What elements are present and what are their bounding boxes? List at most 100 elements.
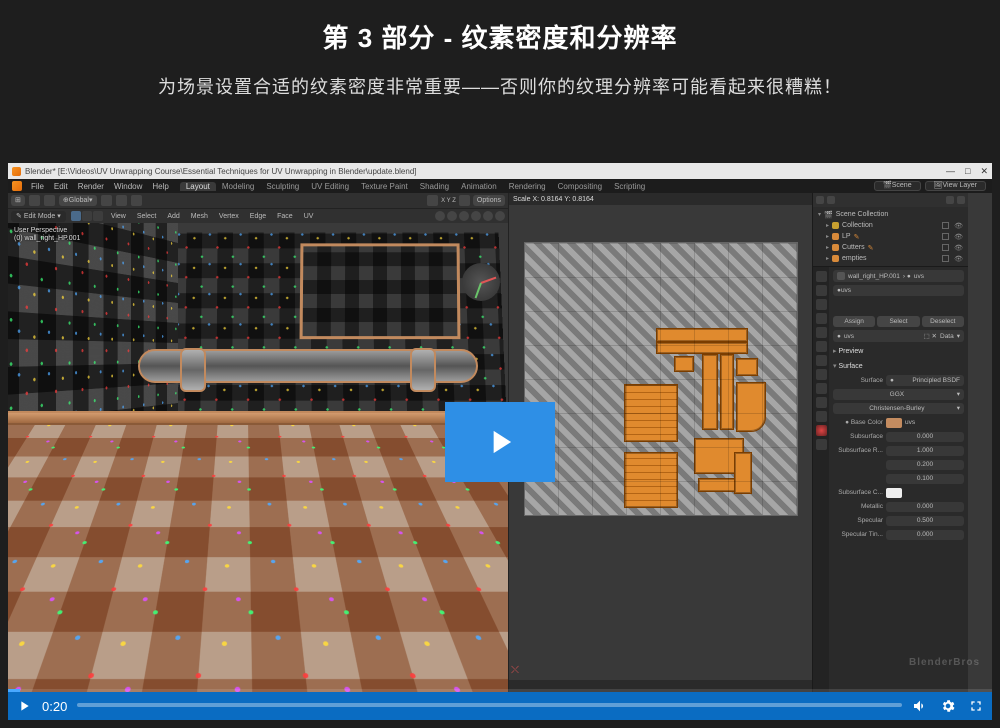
uv-island[interactable] bbox=[737, 383, 765, 431]
mode-dropdown[interactable]: ✎ Edit Mode ▾ bbox=[11, 211, 66, 222]
editor-type-icon[interactable] bbox=[816, 196, 824, 204]
options-dropdown[interactable]: Options bbox=[473, 195, 505, 206]
deselect-button[interactable]: Deselect bbox=[922, 316, 964, 327]
close-icon[interactable]: ✕ bbox=[980, 166, 988, 177]
uv-island[interactable] bbox=[625, 453, 677, 507]
base-color-swatch[interactable] bbox=[886, 418, 902, 428]
seek-track[interactable] bbox=[77, 703, 902, 707]
uv-island[interactable] bbox=[737, 359, 757, 375]
uv-island[interactable] bbox=[699, 479, 739, 491]
mesh-tab-icon[interactable] bbox=[816, 411, 827, 422]
tab-uv-editing[interactable]: UV Editing bbox=[305, 182, 355, 191]
toolbar-icon[interactable] bbox=[29, 195, 40, 206]
gizmo-icon[interactable] bbox=[459, 195, 470, 206]
volume-icon[interactable] bbox=[912, 698, 928, 714]
menu-add[interactable]: Add bbox=[164, 213, 182, 220]
material-slot[interactable]: ● uvs bbox=[833, 285, 964, 296]
shading-modes[interactable] bbox=[435, 211, 505, 221]
3d-viewport[interactable]: ⊞ ⊕ Global ▾ X Y Z Options ✎ Edit M bbox=[8, 193, 508, 692]
tab-animation[interactable]: Animation bbox=[455, 182, 503, 191]
outliner[interactable]: ▾🎬Scene Collection ▸Collection👁 ▸LP✎👁 ▸C… bbox=[813, 207, 968, 266]
sss-method-dropdown[interactable]: Christensen-Burley▾ bbox=[833, 403, 964, 414]
outliner-row[interactable]: ▸LP✎👁 bbox=[816, 231, 965, 242]
tab-modeling[interactable]: Modeling bbox=[216, 182, 260, 191]
sss-color-swatch[interactable] bbox=[886, 488, 902, 498]
minimize-icon[interactable]: — bbox=[946, 166, 955, 177]
outliner-row[interactable]: ▾🎬Scene Collection bbox=[816, 209, 965, 220]
tab-scripting[interactable]: Scripting bbox=[608, 182, 651, 191]
tab-shading[interactable]: Shading bbox=[414, 182, 455, 191]
menu-view[interactable]: View bbox=[108, 213, 129, 220]
preview-panel[interactable]: Preview bbox=[833, 345, 964, 357]
menu-uv[interactable]: UV bbox=[301, 213, 317, 220]
metallic-value[interactable]: 0.000 bbox=[886, 502, 964, 512]
constraint-tab-icon[interactable] bbox=[816, 397, 827, 408]
modifier-tab-icon[interactable] bbox=[816, 355, 827, 366]
uv-island[interactable] bbox=[675, 357, 693, 371]
datablock-breadcrumb[interactable]: wall_right_HP.001 › ● uvs bbox=[833, 270, 964, 282]
physics-tab-icon[interactable] bbox=[816, 383, 827, 394]
menu-vertex[interactable]: Vertex bbox=[216, 213, 242, 220]
snap-icon[interactable] bbox=[101, 195, 112, 206]
orientation-dropdown[interactable]: ⊕ Global ▾ bbox=[59, 195, 97, 206]
material-datablock[interactable]: ● uvs ⬚ ✕ Data ▾ bbox=[833, 330, 964, 342]
outliner-row[interactable]: ▸empties👁 bbox=[816, 253, 965, 264]
uv-island[interactable] bbox=[657, 343, 747, 353]
uv-island[interactable] bbox=[657, 329, 747, 341]
scene-field[interactable]: 🎬 Scene bbox=[874, 181, 921, 191]
uv-island[interactable] bbox=[625, 385, 677, 441]
filter-icon[interactable] bbox=[827, 196, 835, 204]
menu-render[interactable]: Render bbox=[73, 182, 109, 191]
properties-tabs[interactable] bbox=[813, 267, 829, 692]
menu-select[interactable]: Select bbox=[134, 213, 159, 220]
uv-island[interactable] bbox=[735, 453, 751, 493]
play-button[interactable] bbox=[16, 698, 32, 714]
sss-radius-value[interactable]: 0.200 bbox=[886, 460, 964, 470]
play-overlay-button[interactable] bbox=[445, 402, 555, 482]
toolbar-icon[interactable] bbox=[44, 195, 55, 206]
proportional-icon[interactable] bbox=[131, 195, 142, 206]
material-tab-icon[interactable] bbox=[816, 425, 827, 436]
select-mode-group[interactable] bbox=[71, 211, 103, 221]
menu-edit[interactable]: Edit bbox=[49, 182, 73, 191]
object-tab-icon[interactable] bbox=[816, 341, 827, 352]
surface-panel[interactable]: Surface bbox=[833, 360, 964, 372]
distribution-dropdown[interactable]: GGX▾ bbox=[833, 389, 964, 400]
axis-gizmo[interactable] bbox=[462, 263, 500, 301]
tab-texture-paint[interactable]: Texture Paint bbox=[355, 182, 414, 191]
menu-help[interactable]: Help bbox=[147, 182, 173, 191]
viewlayer-field[interactable]: 🖼 View Layer bbox=[925, 181, 986, 191]
uv-island[interactable] bbox=[695, 439, 743, 473]
overlay-icon[interactable] bbox=[427, 195, 438, 206]
world-tab-icon[interactable] bbox=[816, 327, 827, 338]
filter-icon[interactable] bbox=[957, 196, 965, 204]
subsurface-value[interactable]: 0.000 bbox=[886, 432, 964, 442]
outliner-row[interactable]: ▸Cutters✎👁 bbox=[816, 242, 965, 253]
settings-icon[interactable] bbox=[940, 698, 956, 714]
speculartint-value[interactable]: 0.000 bbox=[886, 530, 964, 540]
tab-compositing[interactable]: Compositing bbox=[552, 182, 608, 191]
scene-tab-icon[interactable] bbox=[816, 313, 827, 324]
menu-window[interactable]: Window bbox=[109, 182, 147, 191]
sss-radius-value[interactable]: 0.100 bbox=[886, 474, 964, 484]
maximize-icon[interactable]: □ bbox=[965, 166, 970, 177]
specular-value[interactable]: 0.500 bbox=[886, 516, 964, 526]
shader-dropdown[interactable]: ●Principled BSDF bbox=[886, 375, 964, 386]
particle-tab-icon[interactable] bbox=[816, 369, 827, 380]
tab-rendering[interactable]: Rendering bbox=[503, 182, 552, 191]
viewlayer-tab-icon[interactable] bbox=[816, 299, 827, 310]
menu-face[interactable]: Face bbox=[274, 213, 296, 220]
output-tab-icon[interactable] bbox=[816, 285, 827, 296]
uv-island[interactable] bbox=[721, 355, 733, 429]
uv-island[interactable] bbox=[703, 355, 717, 429]
select-button[interactable]: Select bbox=[877, 316, 919, 327]
search-icon[interactable] bbox=[946, 196, 954, 204]
tab-sculpting[interactable]: Sculpting bbox=[260, 182, 305, 191]
pivot-icon[interactable] bbox=[116, 195, 127, 206]
render-tab-icon[interactable] bbox=[816, 271, 827, 282]
texture-tab-icon[interactable] bbox=[816, 439, 827, 450]
fullscreen-icon[interactable] bbox=[968, 698, 984, 714]
editor-type-button[interactable]: ⊞ bbox=[11, 195, 25, 206]
menu-mesh[interactable]: Mesh bbox=[188, 213, 211, 220]
outliner-row[interactable]: ▸Collection👁 bbox=[816, 220, 965, 231]
